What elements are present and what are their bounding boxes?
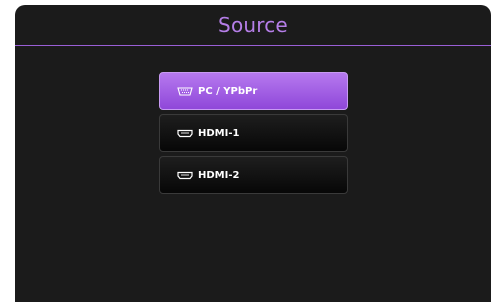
hdmi-port-icon: [177, 129, 193, 138]
title-divider: [15, 45, 491, 46]
source-menu-panel: Source PC / YPbPr HDMI-1 HDMI-2: [15, 5, 491, 302]
source-item-label: PC / YPbPr: [198, 85, 258, 97]
vga-port-icon: [177, 86, 193, 96]
title-bar: Source: [15, 5, 491, 45]
page-title: Source: [218, 13, 288, 37]
hdmi-port-icon: [177, 171, 193, 180]
source-list: PC / YPbPr HDMI-1 HDMI-2: [159, 72, 348, 198]
source-item-pc-ypbpr[interactable]: PC / YPbPr: [159, 72, 348, 110]
source-item-hdmi-1[interactable]: HDMI-1: [159, 114, 348, 152]
source-item-label: HDMI-1: [198, 127, 240, 139]
source-item-hdmi-2[interactable]: HDMI-2: [159, 156, 348, 194]
source-item-label: HDMI-2: [198, 169, 240, 181]
